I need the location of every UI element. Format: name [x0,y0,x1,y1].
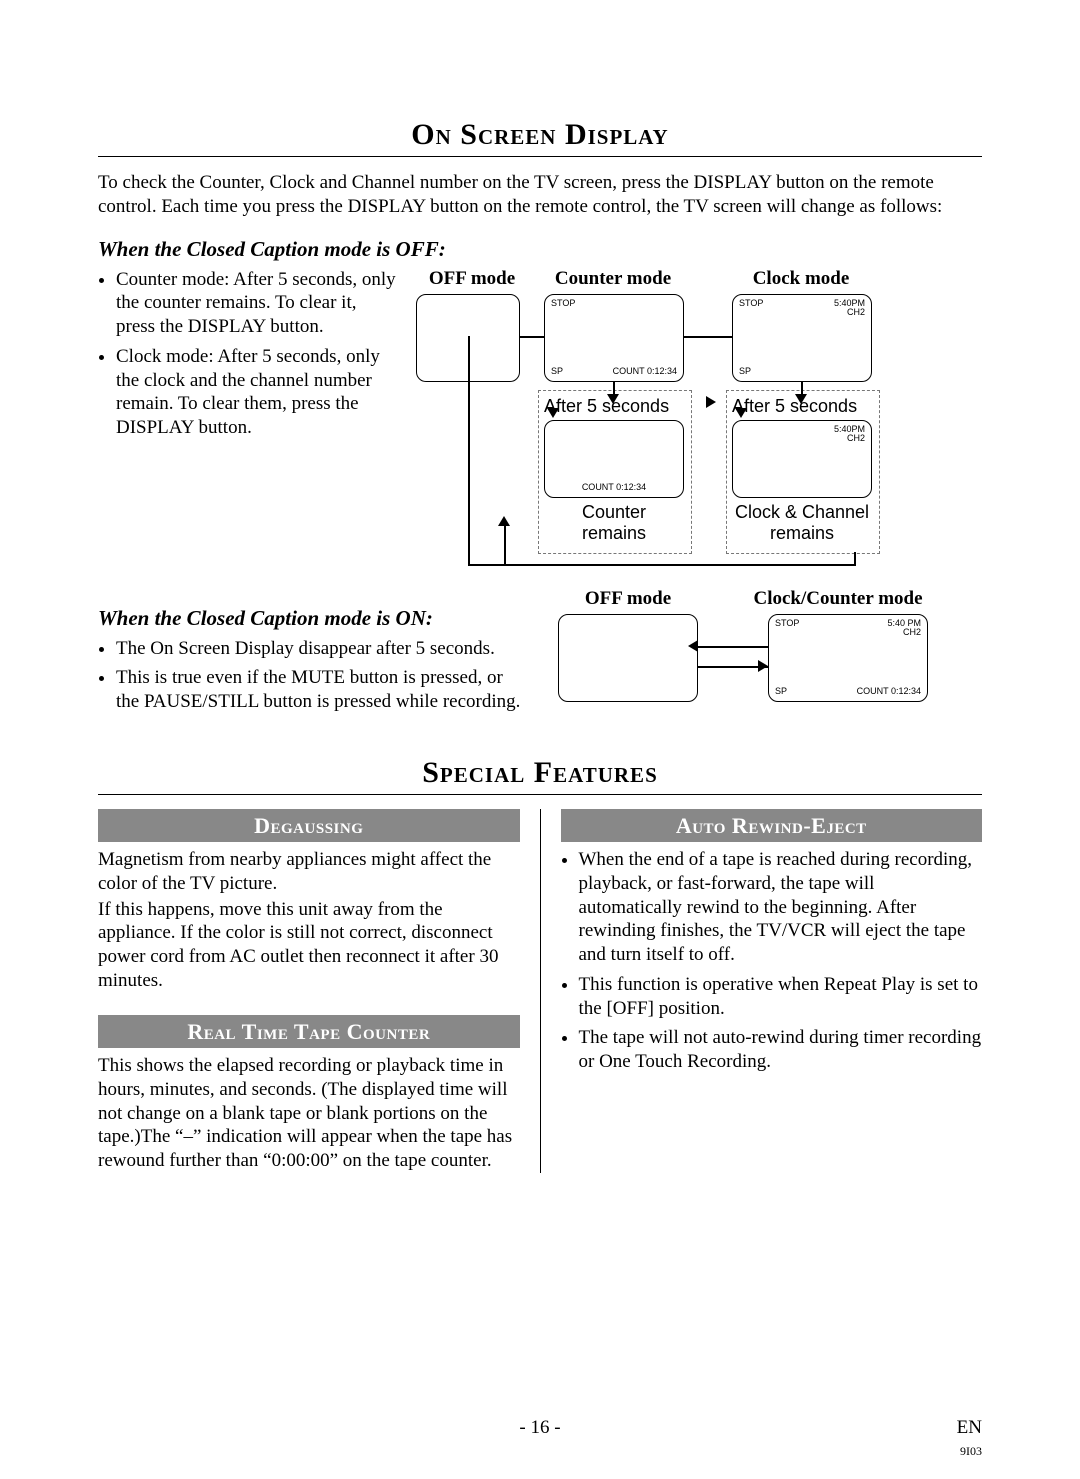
auto-rewind-heading: Auto Rewind-Eject [561,809,983,843]
counter-remains-label: Counter remains [544,502,684,544]
section-title-special: Special Features [98,756,982,794]
title-rule [98,156,982,157]
label-clock-mode: Clock mode [726,268,876,290]
page-number: - 16 - [519,1417,560,1439]
clock-remain-tr: 5:40PM CH2 [834,425,865,445]
clock-remains-label: Clock & Channel remains [732,502,872,544]
tape-counter-heading: Real Time Tape Counter [98,1015,520,1049]
label-off-mode: OFF mode [422,268,522,290]
manual-page: On Screen Display To check the Counter, … [0,0,1080,1479]
cc-on-diagram: OFF mode Clock/Counter mode STOP 5:40 PM… [528,588,982,728]
cc-on-label-cc: Clock/Counter mode [728,588,948,610]
cc-off-heading: When the Closed Caption mode is OFF: [98,237,982,262]
auto-rewind-bullet-2: This function is operative when Repeat P… [579,973,983,1021]
ccon-tr: 5:40 PM CH2 [887,619,921,639]
label-counter-mode: Counter mode [538,268,688,290]
clock-bl: SP [739,367,751,377]
clock-tl: STOP [739,299,763,309]
tape-counter-p: This shows the elapsed recording or play… [98,1054,520,1173]
cc-on-bullets: The On Screen Display disappear after 5 … [98,637,528,714]
page-footer: - 16 - EN 9I03 [98,1417,982,1439]
counter-mode-screen: STOP SP COUNT 0:12:34 [544,294,684,382]
cc-on-bullet-1: The On Screen Display disappear after 5 … [116,637,528,661]
clock-mode-screen: STOP 5:40PM CH2 SP [732,294,872,382]
auto-rewind-bullet-1: When the end of a tape is reached during… [579,848,983,967]
clock-remains-screen: 5:40PM CH2 [732,420,872,498]
cc-off-bullets: Counter mode: After 5 seconds, only the … [98,268,398,440]
auto-rewind-bullets: When the end of a tape is reached during… [561,848,983,1074]
counter-remains-screen: COUNT 0:12:34 [544,420,684,498]
cc-on-off-screen [558,614,698,702]
page-code: 9I03 [960,1444,982,1459]
degaussing-heading: Degaussing [98,809,520,843]
cc-on-clockcounter-screen: STOP 5:40 PM CH2 SP COUNT 0:12:34 [768,614,928,702]
counter-bl: SP [551,367,563,377]
cc-on-heading: When the Closed Caption mode is ON: [98,606,528,631]
title-rule-2 [98,794,982,795]
auto-rewind-bullet-3: The tape will not auto-rewind during tim… [579,1026,983,1074]
counter-remain-bc: COUNT 0:12:34 [582,482,646,492]
cc-on-bullet-2: This is true even if the MUTE button is … [116,666,528,714]
column-separator [540,809,541,1173]
cc-off-bullet-2: Clock mode: After 5 seconds, only the cl… [116,345,398,440]
ccon-br: COUNT 0:12:34 [857,687,921,697]
section-title-osd: On Screen Display [98,118,982,156]
ccon-tl: STOP [775,619,799,629]
degaussing-p2: If this happens, move this unit away fro… [98,898,520,993]
clock-tr: 5:40PM CH2 [834,299,865,319]
ccon-bl: SP [775,687,787,697]
cc-on-label-off: OFF mode [568,588,688,610]
osd-intro: To check the Counter, Clock and Channel … [98,171,982,219]
degaussing-p1: Magnetism from nearby appliances might a… [98,848,520,896]
cc-off-bullet-1: Counter mode: After 5 seconds, only the … [116,268,398,339]
cc-off-diagram: OFF mode Counter mode Clock mode STOP SP… [416,268,982,578]
counter-tl: STOP [551,299,575,309]
page-lang: EN [957,1417,982,1439]
counter-bcr: COUNT 0:12:34 [613,367,677,377]
